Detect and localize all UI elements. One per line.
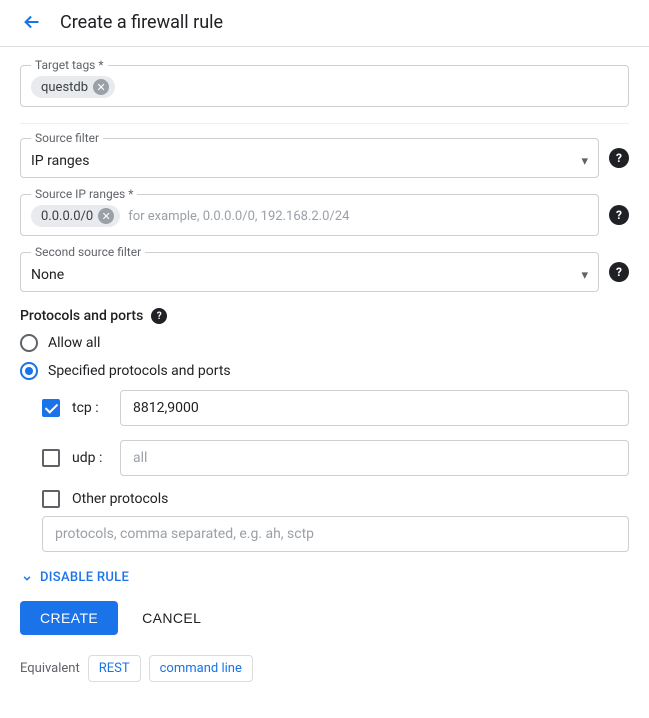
source-ip-chip-text: 0.0.0.0/0	[41, 209, 93, 224]
udp-ports-input[interactable]	[120, 440, 629, 476]
equivalent-label: Equivalent	[20, 661, 80, 676]
cancel-button[interactable]: CANCEL	[142, 610, 201, 626]
radio-icon	[20, 362, 38, 380]
equivalent-rest-button[interactable]: REST	[88, 655, 141, 682]
tcp-ports-input[interactable]	[120, 390, 629, 426]
second-source-filter-label: Second source filter	[31, 245, 145, 259]
allow-all-radio[interactable]: Allow all	[20, 334, 629, 352]
help-icon[interactable]: ?	[609, 148, 629, 168]
close-icon[interactable]: ✕	[98, 208, 114, 224]
source-ip-chip[interactable]: 0.0.0.0/0 ✕	[31, 205, 120, 227]
second-source-filter-value: None	[31, 267, 64, 283]
tcp-checkbox[interactable]	[42, 399, 60, 417]
back-arrow-icon[interactable]	[20, 10, 44, 34]
source-ip-hint: for example, 0.0.0.0/0, 192.168.2.0/24	[128, 209, 349, 224]
help-icon[interactable]: ?	[609, 262, 629, 282]
source-filter-label: Source filter	[31, 131, 103, 145]
disable-rule-toggle[interactable]: DISABLE RULE	[20, 570, 629, 585]
other-protocols-checkbox[interactable]	[42, 490, 60, 508]
target-tag-chip-text: questdb	[41, 80, 88, 95]
specified-protocols-radio[interactable]: Specified protocols and ports	[20, 362, 629, 380]
target-tags-label: Target tags *	[31, 58, 108, 72]
udp-label: udp :	[72, 450, 108, 466]
equivalent-cmdline-button[interactable]: command line	[149, 655, 253, 682]
other-protocols-input[interactable]	[42, 516, 629, 552]
chevron-down-icon: ▾	[581, 154, 588, 169]
target-tag-chip[interactable]: questdb ✕	[31, 76, 115, 98]
source-ip-ranges-label: Source IP ranges *	[31, 187, 137, 201]
help-icon[interactable]: ?	[151, 308, 167, 324]
protocols-ports-heading: Protocols and ports	[20, 308, 143, 324]
radio-icon	[20, 334, 38, 352]
tcp-label: tcp :	[72, 400, 108, 416]
second-source-filter-select[interactable]: Second source filter None ▾	[20, 252, 599, 292]
page-title: Create a firewall rule	[60, 12, 223, 33]
specified-protocols-label: Specified protocols and ports	[48, 363, 231, 379]
other-protocols-label: Other protocols	[72, 491, 168, 507]
source-filter-value: IP ranges	[31, 153, 89, 169]
help-icon[interactable]: ?	[609, 205, 629, 225]
allow-all-label: Allow all	[48, 335, 100, 351]
disable-rule-label: DISABLE RULE	[40, 570, 129, 585]
source-ip-ranges-field[interactable]: Source IP ranges * 0.0.0.0/0 ✕ for examp…	[20, 194, 599, 236]
create-button[interactable]: CREATE	[20, 601, 118, 635]
chevron-down-icon	[20, 571, 34, 585]
target-tags-field[interactable]: Target tags * questdb ✕	[20, 65, 629, 107]
close-icon[interactable]: ✕	[93, 79, 109, 95]
chevron-down-icon: ▾	[581, 268, 588, 283]
udp-checkbox[interactable]	[42, 449, 60, 467]
source-filter-select[interactable]: Source filter IP ranges ▾	[20, 138, 599, 178]
